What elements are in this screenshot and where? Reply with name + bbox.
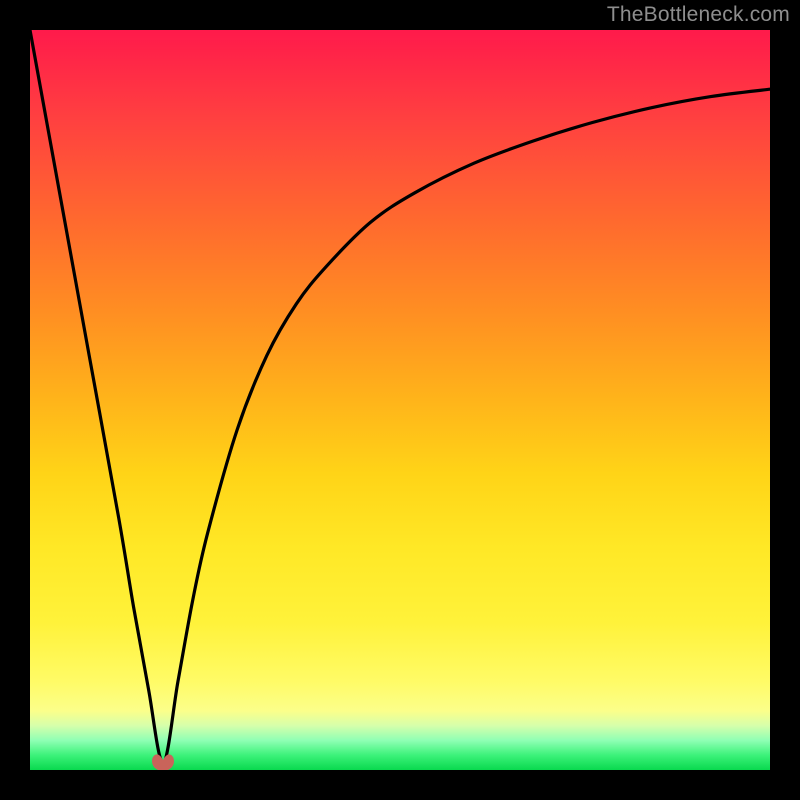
watermark-text: TheBottleneck.com <box>607 3 790 27</box>
curve-path <box>30 30 770 763</box>
chart-frame: TheBottleneck.com <box>0 0 800 800</box>
bottleneck-curve <box>30 30 770 770</box>
plot-area <box>30 30 770 770</box>
